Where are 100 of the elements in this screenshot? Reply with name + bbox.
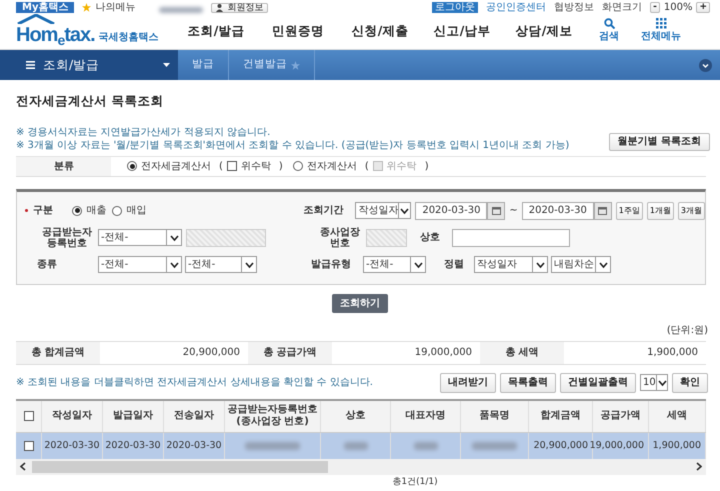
caret-icon xyxy=(163,63,170,67)
total-value: 19,000,000 xyxy=(414,346,473,360)
main-menu-item[interactable]: 신고/납부 xyxy=(421,22,503,40)
calendar-icon xyxy=(598,206,608,215)
date-field[interactable]: 2020-03-30 xyxy=(415,202,488,220)
period-list-button[interactable]: 월분기별 목록조회 xyxy=(608,132,710,151)
table-row[interactable]: 2020-03-30 2020-03-30 2020-03-30 20,900,000 19,000,000 1,900,000 xyxy=(16,432,706,459)
house-roof-icon xyxy=(16,14,56,24)
member-info-button[interactable]: 회원정보 xyxy=(211,3,268,13)
select-field[interactable]: 작성일자 xyxy=(355,202,412,220)
calendar-button[interactable] xyxy=(487,202,506,220)
total-value: 1,900,000 xyxy=(646,346,699,360)
option-label: 전자세금계산서 xyxy=(141,160,211,174)
column-header: 공급받는자등록번호 (종사업장 번호) xyxy=(225,400,321,432)
option-label: 매출 xyxy=(86,204,106,218)
zoom-out-button[interactable]: - xyxy=(650,2,660,13)
column-header: 작성일자 xyxy=(42,400,103,432)
notice-text: ※ 3개월 이상 자료는 '월/분기별 목록조회'화면에서 조회할 수 있습니다. (공급(받는)자 등록번호 입력시 1년이내 조회 가능) xyxy=(16,138,570,152)
top-link[interactable]: 화면크기 xyxy=(602,2,642,13)
date-field[interactable]: 2020-03-30 xyxy=(522,202,594,220)
column-header: 대표자명 xyxy=(391,400,461,432)
notice-text: ※ 조회된 내용을 더블클릭하면 전자세금계산서 상세내용을 확인할 수 있습니다. xyxy=(16,376,373,390)
notice-text: ※ 경용서식자료는 지연발급가산세가 적용되지 않습니다. xyxy=(16,126,272,139)
field-label: 조회기간 xyxy=(303,205,344,216)
blurred-text xyxy=(472,442,517,450)
radio-button[interactable] xyxy=(72,206,82,216)
company-name-field[interactable] xyxy=(452,228,570,247)
field-label: 정렬 xyxy=(444,259,465,270)
checkbox[interactable] xyxy=(226,161,237,172)
table-cell: 2020-03-30 xyxy=(166,440,222,452)
logout-button[interactable]: 로그아웃 xyxy=(432,2,478,13)
row-checkbox[interactable] xyxy=(24,440,34,451)
blurred-username xyxy=(159,7,204,13)
select-all-checkbox[interactable] xyxy=(24,411,34,422)
section-menu[interactable]: 조회/발급 xyxy=(0,50,178,80)
select-field[interactable]: -전체- xyxy=(98,256,182,274)
table-cell: 2020-03-30 xyxy=(44,440,100,452)
column-header: 공급가액 xyxy=(593,400,649,432)
search-button[interactable]: 검색 xyxy=(599,18,619,44)
parenthesis: ( xyxy=(364,160,369,174)
confirm-button[interactable]: 확인 xyxy=(672,372,708,393)
select-field[interactable]: -전체- xyxy=(363,256,426,274)
all-menu-button[interactable]: 전체메뉴 xyxy=(641,18,681,44)
table-cell: 20,900,000 xyxy=(534,440,588,452)
select-field[interactable]: 내림차순 xyxy=(551,256,611,274)
page-summary: 총1건(1/1) xyxy=(391,476,439,487)
calendar-button[interactable] xyxy=(594,202,612,220)
select-field[interactable]: 작성일자 xyxy=(474,256,548,274)
main-menu-item[interactable]: 신청/제출 xyxy=(339,22,421,40)
table-cell: 1,900,000 xyxy=(652,440,701,452)
page-size-select[interactable]: 10 xyxy=(640,374,668,392)
action-button[interactable]: 건별일괄출력 xyxy=(560,372,636,393)
breadcrumb-link[interactable]: 건별발급 xyxy=(229,50,315,80)
total-label: 총 세액 xyxy=(480,342,564,364)
table-cell: 19,000,000 xyxy=(590,440,644,452)
table-cell: 2020-03-30 xyxy=(105,440,161,452)
disabled-field xyxy=(366,228,407,247)
scroll-left-icon[interactable] xyxy=(20,462,26,472)
main-menu-item[interactable]: 조회/발급 xyxy=(175,22,257,40)
field-label: 공급받는자 등록번호 xyxy=(41,226,93,249)
quick-range-button[interactable]: 3개월 xyxy=(678,202,705,220)
radio-button[interactable] xyxy=(112,206,122,216)
expand-icon[interactable] xyxy=(699,58,712,72)
column-header: 합계금액 xyxy=(529,400,593,432)
select-field[interactable]: -전체- xyxy=(185,256,257,274)
quick-range-button[interactable]: 1개월 xyxy=(646,202,674,220)
total-label: 총 공급가액 xyxy=(248,342,332,364)
logo-wordmark: Hom$_{e}$tax. xyxy=(16,24,95,46)
blurred-text xyxy=(414,442,438,450)
total-value: 20,900,000 xyxy=(182,346,241,360)
action-button[interactable]: 내려받기 xyxy=(440,372,496,393)
column-header: 발급일자 xyxy=(103,400,164,432)
main-menu-item[interactable]: 민원증명 xyxy=(257,22,339,40)
field-label: 종사업장 번호 xyxy=(319,226,361,249)
field-label: 구분 xyxy=(32,205,54,216)
parenthesis: ) xyxy=(424,160,429,174)
select-field[interactable]: -전체- xyxy=(98,229,182,246)
option-label: 위수탁 xyxy=(240,160,271,174)
logo-korean-name: 국세청홈택스 xyxy=(98,31,159,45)
top-link[interactable]: 공인인증센터 xyxy=(486,2,546,13)
star-icon xyxy=(82,3,92,12)
radio-button[interactable] xyxy=(127,161,137,172)
search-submit-button[interactable]: 조회하기 xyxy=(332,294,388,313)
option-label: 매입 xyxy=(126,204,146,218)
zoom-level: 100% xyxy=(664,2,692,13)
my-hometax-tab[interactable]: My홈택스 xyxy=(16,2,74,13)
main-menu-item[interactable]: 상담/제보 xyxy=(503,22,585,40)
parenthesis: ( xyxy=(219,160,223,174)
option-label: 전자계산서 xyxy=(306,160,357,174)
column-header: 전송일자 xyxy=(164,400,225,432)
search-icon xyxy=(604,18,614,29)
column-header: 세액 xyxy=(649,400,706,432)
top-link[interactable]: 협방정보 xyxy=(554,2,594,13)
my-menu-link[interactable]: 나의메뉴 xyxy=(82,2,136,13)
scroll-right-icon[interactable] xyxy=(696,462,702,472)
breadcrumb-link[interactable]: 발급 xyxy=(178,50,229,80)
quick-range-button[interactable]: 1주일 xyxy=(616,202,643,220)
zoom-in-button[interactable]: + xyxy=(696,2,710,13)
action-button[interactable]: 목록출력 xyxy=(500,372,556,393)
horizontal-scrollbar[interactable] xyxy=(16,458,706,475)
